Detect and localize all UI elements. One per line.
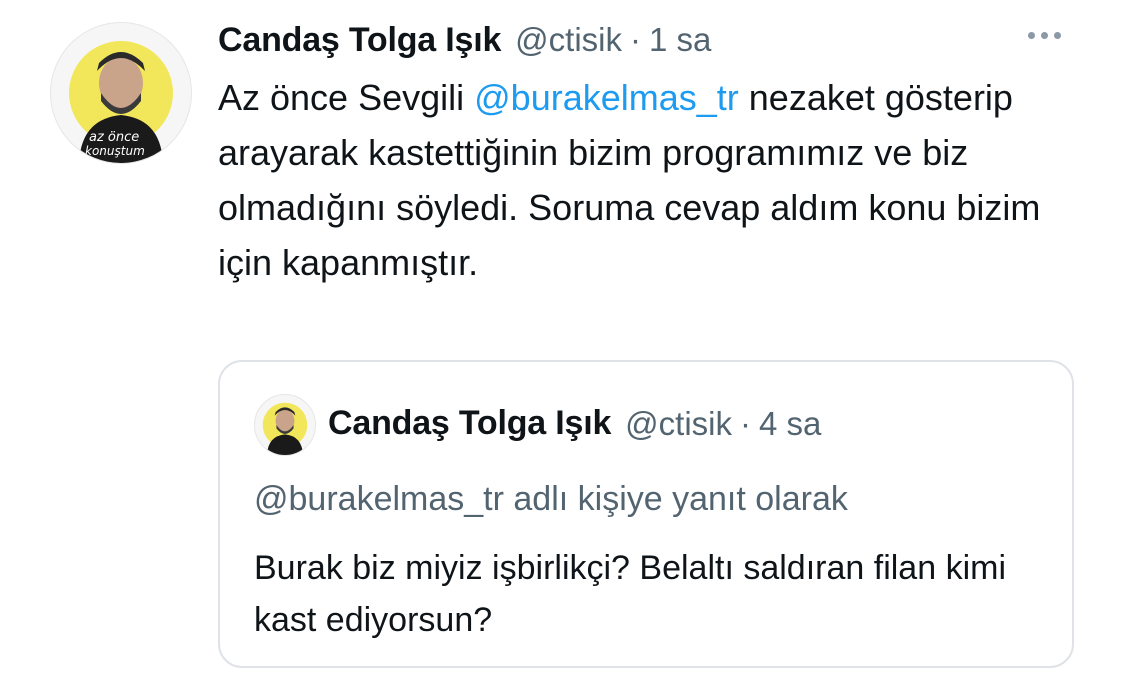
avatar[interactable]: az önce konuştum <box>50 22 192 164</box>
mention-link[interactable]: @burakelmas_tr <box>474 77 739 118</box>
quoted-separator-dot: · <box>740 404 752 442</box>
avatar-logo-text-2: konuştum <box>85 144 145 158</box>
tweet-text-start: Az önce Sevgili <box>218 77 475 118</box>
quoted-text: Burak biz miyiz işbirlikçi? Belaltı sald… <box>254 549 1007 639</box>
quoted-avatar-image <box>262 402 308 455</box>
more-dot <box>1041 32 1048 39</box>
author-name[interactable]: Candaş Tolga Işık <box>218 21 501 60</box>
separator-dot: · <box>630 21 642 58</box>
quoted-tweet[interactable]: Candaş Tolga Işık @ctisik · 4 sa @burake… <box>218 360 1074 668</box>
quoted-avatar[interactable] <box>254 394 316 456</box>
reply-context: @burakelmas_tr adlı kişiye yanıt olarak <box>254 480 848 518</box>
tweet-text: Az önce Sevgili @burakelmas_tr nezaket g… <box>218 70 1078 290</box>
more-dot <box>1028 32 1035 39</box>
tweet-header: Candaş Tolga Işık @ctisik · 1 sa <box>218 18 711 62</box>
avatar-logo-text: az önce <box>89 130 139 145</box>
author-handle[interactable]: @ctisik <box>515 21 622 59</box>
tweet[interactable]: az önce konuştum Candaş Tolga Işık @ctis… <box>0 0 1124 677</box>
more-dot <box>1054 32 1061 39</box>
avatar-image: az önce konuştum <box>69 41 173 163</box>
quoted-author-handle[interactable]: @ctisik <box>625 405 732 443</box>
tweet-timestamp[interactable]: 1 sa <box>649 21 711 59</box>
quoted-author-name[interactable]: Candaş Tolga Işık <box>328 404 611 443</box>
quoted-header: Candaş Tolga Işık @ctisik · 4 sa <box>328 404 821 443</box>
quoted-timestamp[interactable]: 4 sa <box>759 405 821 443</box>
more-horizontal-icon[interactable] <box>1028 32 1061 39</box>
